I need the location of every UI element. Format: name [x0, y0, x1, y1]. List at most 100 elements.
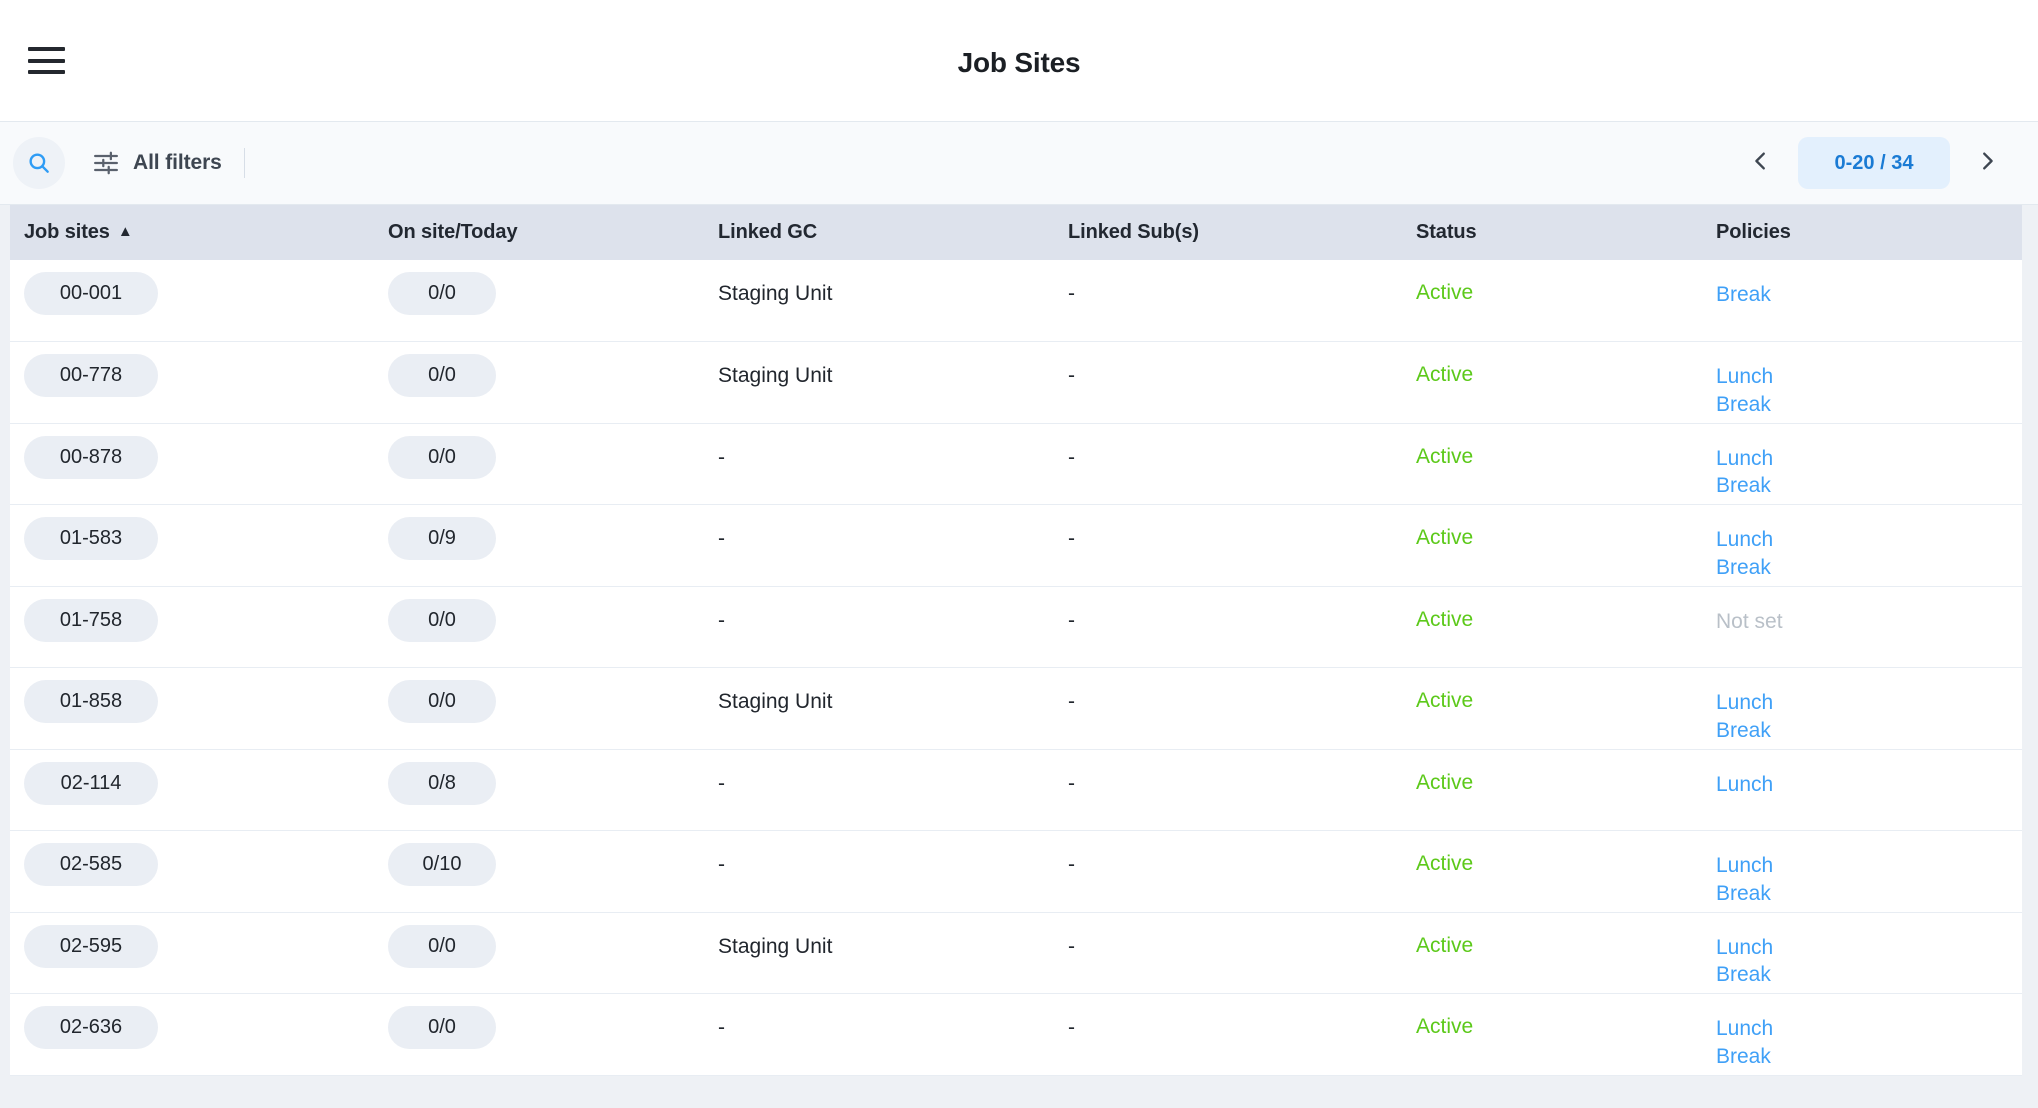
policy-link[interactable]: Lunch	[1716, 445, 2022, 473]
linked-gc-value: Staging Unit	[718, 934, 833, 958]
on-site-today-pill[interactable]: 0/0	[388, 924, 496, 968]
policy-link[interactable]: Lunch	[1716, 771, 2022, 799]
cell-on-site-today: 0/10	[374, 831, 704, 913]
table-row[interactable]: 01-583 0/9 - - Active Lunch Break	[10, 504, 2022, 587]
policy-link[interactable]: Break	[1716, 717, 2022, 745]
linked-gc-value: Staging Unit	[718, 364, 833, 387]
search-button[interactable]	[13, 137, 65, 189]
cell-job-site: 02-636	[10, 994, 374, 1076]
policy-link[interactable]: Lunch	[1716, 363, 2022, 391]
policies-list: Lunch Break	[1702, 424, 2022, 501]
job-site-pill[interactable]: 02-636	[24, 1006, 158, 1049]
on-site-today-pill[interactable]: 0/0	[388, 435, 496, 479]
cell-linked-gc: -	[704, 505, 1054, 587]
column-header-label: Linked GC	[718, 221, 818, 243]
pagination-range[interactable]: 0-20 / 34	[1798, 137, 1950, 189]
on-site-today-pill[interactable]: 0/0	[388, 354, 496, 397]
on-site-today-pill[interactable]: 0/8	[388, 761, 496, 805]
policy-link[interactable]: Break	[1716, 880, 2022, 908]
linked-subs-value: -	[1068, 364, 1075, 387]
pagination-next-button[interactable]	[1964, 140, 2010, 186]
column-header-status[interactable]: Status	[1402, 205, 1702, 260]
policy-link[interactable]: Break	[1716, 1043, 2022, 1071]
on-site-today-pill[interactable]: 0/0	[388, 598, 496, 642]
cell-job-site: 01-583	[10, 505, 374, 587]
cell-linked-subs: -	[1054, 423, 1402, 505]
on-site-today-pill[interactable]: 0/9	[388, 517, 496, 560]
policy-link[interactable]: Break	[1716, 281, 2022, 309]
policy-link[interactable]: Break	[1716, 554, 2022, 582]
app-header: Job Sites	[0, 0, 2038, 122]
table-row[interactable]: 02-636 0/0 - - Active Lunch Break	[10, 993, 2022, 1076]
linked-gc-value: Staging Unit	[718, 282, 833, 305]
on-site-today-pill[interactable]: 0/0	[388, 680, 496, 723]
table-row[interactable]: 00-878 0/0 - - Active Lunch Break	[10, 423, 2022, 505]
job-site-pill[interactable]: 02-585	[24, 843, 158, 886]
policy-link[interactable]: Break	[1716, 391, 2022, 419]
on-site-today-pill[interactable]: 0/0	[388, 272, 496, 315]
policy-link[interactable]: Lunch	[1716, 526, 2022, 554]
cell-linked-gc: -	[704, 994, 1054, 1076]
policy-link[interactable]: Break	[1716, 961, 2022, 989]
policies-list: Lunch Break	[1702, 994, 2022, 1071]
policy-link[interactable]: Lunch	[1716, 852, 2022, 880]
table-row[interactable]: 00-778 0/0 Staging Unit - Active Lunch Break	[10, 341, 2022, 424]
pagination-prev-button[interactable]	[1738, 140, 1784, 186]
column-header-linked-subs[interactable]: Linked Sub(s)	[1054, 205, 1402, 260]
column-header-policies[interactable]: Policies	[1702, 205, 2022, 260]
cell-policies: Lunch Break	[1702, 668, 2022, 750]
cell-on-site-today: 0/0	[374, 912, 704, 994]
job-sites-table: Job sites ▲ On site/Today Linked GC Link…	[10, 205, 2022, 1076]
status-badge: Active	[1416, 770, 1474, 794]
linked-gc-value: -	[718, 1016, 725, 1039]
cell-linked-gc: -	[704, 586, 1054, 668]
job-site-pill[interactable]: 01-583	[24, 517, 158, 560]
table-row[interactable]: 00-001 0/0 Staging Unit - Active Break	[10, 260, 2022, 342]
cell-policies: Lunch Break	[1702, 342, 2022, 424]
cell-linked-gc: Staging Unit	[704, 668, 1054, 750]
cell-job-site: 00-878	[10, 423, 374, 505]
job-site-pill[interactable]: 00-778	[24, 354, 158, 397]
table-row[interactable]: 02-585 0/10 - - Active Lunch Break	[10, 830, 2022, 913]
job-site-pill[interactable]: 02-114	[24, 761, 158, 805]
column-header-label: Linked Sub(s)	[1068, 221, 1199, 243]
policy-link[interactable]: Lunch	[1716, 1015, 2022, 1043]
job-site-pill[interactable]: 00-001	[24, 272, 158, 315]
table-header: Job sites ▲ On site/Today Linked GC Link…	[10, 205, 2022, 260]
table-row[interactable]: 02-595 0/0 Staging Unit - Active Lunch Break	[10, 912, 2022, 994]
on-site-today-pill[interactable]: 0/10	[388, 843, 496, 886]
column-header-label: On site/Today	[388, 221, 518, 243]
column-header-linked-gc[interactable]: Linked GC	[704, 205, 1054, 260]
cell-policies: Lunch Break	[1702, 912, 2022, 994]
linked-subs-value: -	[1068, 608, 1075, 632]
cell-linked-subs: -	[1054, 912, 1402, 994]
table-row[interactable]: 01-858 0/0 Staging Unit - Active Lunch Break	[10, 667, 2022, 750]
cell-status: Active	[1402, 505, 1702, 587]
column-header-on-site-today[interactable]: On site/Today	[374, 205, 704, 260]
column-header-job-sites[interactable]: Job sites ▲	[10, 205, 374, 260]
cell-status: Active	[1402, 668, 1702, 750]
cell-linked-subs: -	[1054, 994, 1402, 1076]
policy-link[interactable]: Break	[1716, 472, 2022, 500]
table-row[interactable]: 02-114 0/8 - - Active Lunch	[10, 749, 2022, 831]
cell-linked-gc: -	[704, 749, 1054, 831]
policy-link[interactable]: Lunch	[1716, 689, 2022, 717]
cell-on-site-today: 0/0	[374, 260, 704, 342]
linked-subs-value: -	[1068, 771, 1075, 795]
all-filters-button[interactable]: All filters	[93, 150, 222, 176]
status-badge: Active	[1416, 281, 1474, 304]
cell-policies: Lunch Break	[1702, 423, 2022, 505]
job-site-pill[interactable]: 02-595	[24, 924, 158, 968]
linked-gc-value: -	[718, 527, 725, 550]
policy-link[interactable]: Lunch	[1716, 934, 2022, 962]
table-row[interactable]: 01-758 0/0 - - Active Not set	[10, 586, 2022, 668]
job-site-pill[interactable]: 01-758	[24, 598, 158, 642]
job-site-pill[interactable]: 00-878	[24, 435, 158, 479]
policies-list: Lunch Break	[1702, 668, 2022, 745]
status-badge: Active	[1416, 689, 1474, 712]
linked-gc-value: -	[718, 608, 725, 632]
status-badge: Active	[1416, 444, 1474, 468]
cell-job-site: 01-858	[10, 668, 374, 750]
job-site-pill[interactable]: 01-858	[24, 680, 158, 723]
on-site-today-pill[interactable]: 0/0	[388, 1006, 496, 1049]
